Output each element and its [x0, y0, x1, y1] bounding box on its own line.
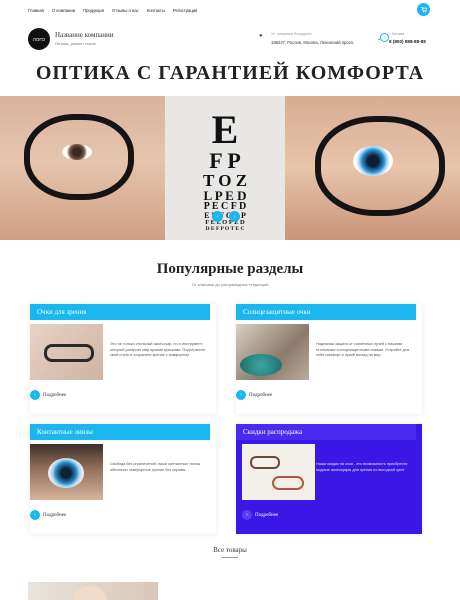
arrow-right-icon: › [30, 390, 40, 400]
nav-about[interactable]: О компании [52, 8, 75, 13]
product-image [73, 586, 107, 600]
page-title: ОПТИКА С ГАРАНТИЕЙ КОМФОРТА [35, 62, 425, 84]
chart-row: D E F P O T E C [205, 225, 245, 232]
more-link[interactable]: › Подробнее [30, 390, 66, 400]
address-label: Ул. напрямик безадреса [271, 32, 312, 36]
location-pin-icon: ● [259, 33, 263, 39]
more-link[interactable]: › Подробнее [30, 510, 66, 520]
arrow-right-icon: › [242, 510, 252, 520]
nav-reviews[interactable]: Отзывы о нас [112, 8, 139, 13]
divider [222, 557, 238, 558]
more-label: Подробнее [249, 392, 273, 398]
chart-row: T O Z [202, 171, 248, 190]
card-eyeglasses[interactable]: Очки для зрения Это не только стильный а… [30, 304, 216, 414]
eye-right [353, 146, 393, 176]
eye-icon [48, 458, 84, 488]
card-sale[interactable]: Скидки распродажа Наши скидки на очки - … [236, 424, 422, 534]
glasses-icon [250, 456, 280, 469]
card-image [30, 324, 103, 380]
arrow-right-icon: › [236, 390, 246, 400]
more-link[interactable]: › Подробнее [236, 390, 272, 400]
section-subtitle: От классики до ультрамодных тенденций [191, 282, 269, 287]
nav-contacts[interactable]: Контакты [147, 8, 165, 13]
card-text: Наши скидки на очки - это возможность пр… [316, 462, 408, 472]
glasses-icon [272, 476, 304, 490]
nav-products[interactable]: Продукция [83, 8, 104, 13]
card-sunglasses[interactable]: Солнцезащитные очки Надежная защита от с… [236, 304, 422, 414]
phone-icon [380, 33, 389, 42]
card-image [242, 444, 315, 500]
more-label: Подробнее [43, 392, 67, 398]
card-title: Контактные линзы [30, 424, 210, 440]
card-title: Скидки распродажа [236, 424, 416, 440]
all-products-link[interactable]: Все товары [0, 546, 460, 554]
eye-left [62, 144, 92, 160]
chart-row: E [211, 107, 239, 152]
slider-next-button[interactable]: › [229, 211, 240, 222]
glasses-icon [44, 344, 94, 362]
hero-image-left [0, 96, 165, 240]
chart-row: F P [209, 148, 241, 173]
card-text: Надежная защита от солнечных лучей с наш… [316, 342, 410, 358]
cart-glyph [420, 7, 427, 13]
more-label: Подробнее [255, 512, 279, 518]
site-header: ЛОГО Название компании Оптика, ремонт оч… [0, 26, 460, 52]
top-nav: Главная О компании Продукция Отзывы о на… [0, 0, 460, 20]
card-title: Очки для зрения [30, 304, 210, 320]
phone-number[interactable]: 8 (800) 888-88-88 [389, 39, 426, 44]
slider-controls: ‹ › [212, 211, 240, 222]
card-image [30, 444, 103, 500]
logo[interactable]: ЛОГО [28, 28, 50, 50]
more-label: Подробнее [43, 512, 67, 518]
nav-home[interactable]: Главная [28, 8, 44, 13]
slider-prev-button[interactable]: ‹ [212, 211, 223, 222]
more-link[interactable]: › Подробнее [242, 510, 278, 520]
nav-register[interactable]: Регистрация [173, 8, 197, 13]
card-title: Солнцезащитные очки [236, 304, 416, 320]
cart-icon[interactable] [417, 3, 430, 16]
card-text: Свобода без ограничений: наши контактные… [110, 462, 201, 472]
product-thumbnail[interactable] [28, 582, 158, 600]
address-value: 198247, Россия, Москва, Ленинский просп. [271, 40, 355, 45]
card-contact-lenses[interactable]: Контактные линзы Свобода без ограничений… [30, 424, 216, 534]
hero-image-right [285, 96, 460, 240]
company-tagline: Оптика, ремонт очков [55, 41, 96, 46]
section-title: Популярные разделы [156, 261, 304, 277]
arrow-right-icon: › [30, 510, 40, 520]
phone-label: г. Москва [389, 32, 405, 36]
card-text: Это не только стильный аксессуар, но и и… [110, 342, 206, 358]
company-name: Название компании [55, 31, 114, 39]
card-image [236, 324, 309, 380]
company-block: Название компании Оптика, ремонт очков [55, 31, 114, 46]
lens-icon [240, 354, 282, 376]
